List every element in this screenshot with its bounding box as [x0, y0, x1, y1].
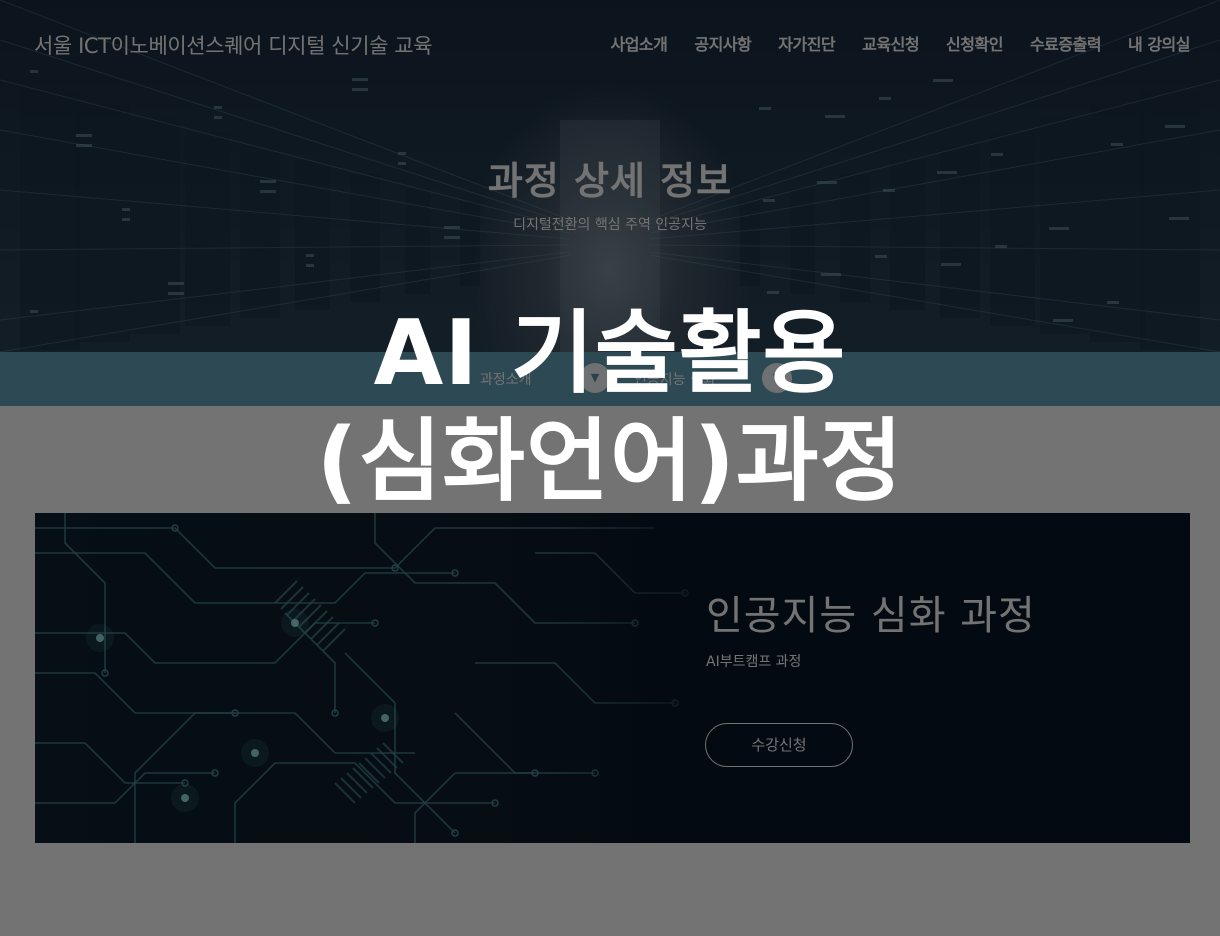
overlay-caption: AI 기술활용 (심화언어)과정	[0, 300, 1220, 516]
page-title: 과정 상세 정보	[487, 159, 733, 203]
overlay-caption-line1: AI 기술활용	[373, 301, 847, 406]
menu-item-apply[interactable]: 교육신청	[862, 31, 919, 55]
course-banner: 인공지능 심화 과정 AI부트캠프 과정 수강신청	[35, 513, 1190, 843]
menu-item-certificate[interactable]: 수료증출력	[1030, 31, 1102, 55]
top-navigation: 서울 ICT이노베이션스퀘어 디지털 신기술 교육 사업소개 공지사항 자가진단…	[0, 0, 1220, 82]
menu-item-my-classroom[interactable]: 내 강의실	[1128, 31, 1190, 55]
menu-item-self-diagnosis[interactable]: 자가진단	[778, 31, 835, 55]
course-title: 인공지능 심화 과정	[706, 593, 1036, 639]
menu-item-check-application[interactable]: 신청확인	[946, 31, 1003, 55]
site-title[interactable]: 서울 ICT이노베이션스퀘어 디지털 신기술 교육	[34, 30, 433, 60]
main-menu: 사업소개 공지사항 자가진단 교육신청 신청확인 수료증출력 내 강의실	[610, 31, 1190, 55]
menu-item-about[interactable]: 사업소개	[610, 31, 667, 55]
course-subtitle: AI부트캠프 과정	[706, 654, 802, 670]
circuit-board-background	[35, 513, 1190, 843]
overlay-caption-line2: (심화언어)과정	[316, 409, 904, 514]
page-subtitle: 디지털전환의 핵심 주역 인공지능	[513, 217, 707, 233]
apply-button[interactable]: 수강신청	[705, 723, 853, 767]
menu-item-notice[interactable]: 공지사항	[694, 31, 751, 55]
